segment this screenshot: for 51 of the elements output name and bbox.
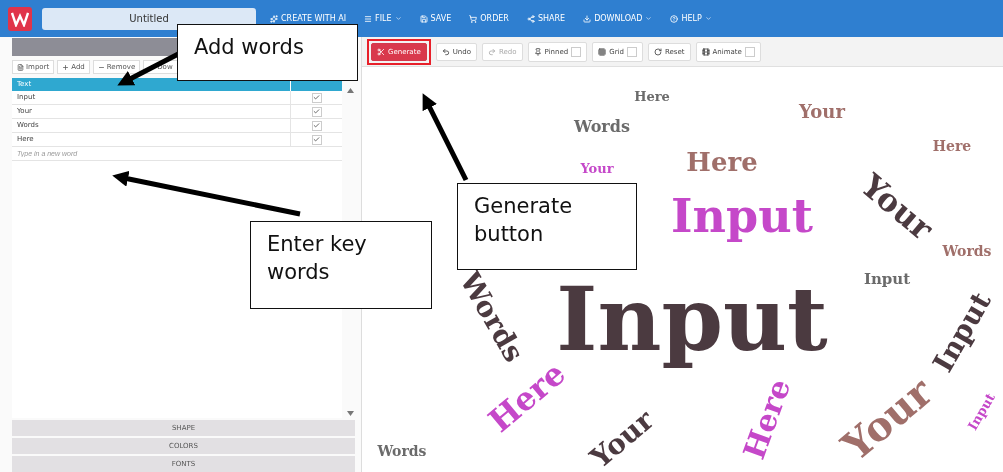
tool-icon bbox=[62, 63, 70, 71]
caret-icon bbox=[394, 15, 402, 22]
tool-icon bbox=[533, 47, 542, 56]
menu-icon bbox=[670, 14, 679, 23]
menu-item[interactable]: FILE bbox=[360, 14, 406, 23]
menu-icon bbox=[419, 14, 428, 23]
menu-item[interactable]: SHARE bbox=[522, 14, 570, 23]
toggle-checkbox[interactable] bbox=[571, 46, 582, 57]
callout-label: Add words bbox=[177, 24, 358, 81]
caret-icon bbox=[704, 15, 712, 22]
repeat-checkbox[interactable] bbox=[311, 134, 322, 145]
scroll-up-icon[interactable] bbox=[346, 88, 354, 93]
cloud-word: Here bbox=[932, 138, 972, 156]
tool-icon bbox=[377, 47, 385, 56]
toggle-checkbox[interactable] bbox=[626, 46, 637, 57]
cloud-word: Here bbox=[634, 88, 670, 106]
cloud-word: Here bbox=[686, 145, 758, 179]
menu-icon bbox=[583, 14, 592, 23]
cloud-word: Words bbox=[377, 443, 427, 461]
menu-item[interactable]: DOWNLOAD bbox=[579, 14, 657, 23]
cloud-word: Your bbox=[799, 100, 845, 124]
toggle-checkbox[interactable] bbox=[744, 46, 755, 57]
menu-item[interactable]: ORDER bbox=[465, 14, 513, 23]
callout-label: Enter key words bbox=[250, 221, 432, 309]
repeat-checkbox[interactable] bbox=[311, 106, 322, 117]
menu-icon bbox=[469, 14, 478, 23]
menu-icon bbox=[364, 14, 373, 23]
repeat-checkbox[interactable] bbox=[311, 120, 322, 131]
cloud-word: Words bbox=[574, 117, 630, 137]
cloud-word: Your bbox=[580, 160, 614, 178]
cloud-word: Here bbox=[735, 373, 799, 465]
app-logo[interactable] bbox=[8, 6, 32, 31]
tool-icon bbox=[488, 47, 496, 56]
repeat-checkbox[interactable] bbox=[311, 92, 322, 103]
menu-item[interactable]: SAVE bbox=[415, 14, 456, 23]
cloud-word: Input bbox=[671, 188, 813, 246]
cloud-word: Words bbox=[942, 243, 992, 261]
tool-icon bbox=[598, 47, 607, 56]
callout-label: Generate button bbox=[457, 183, 637, 270]
tool-icon bbox=[701, 47, 710, 56]
menu-icon bbox=[270, 14, 278, 23]
tool-icon bbox=[653, 47, 662, 56]
menu-icon bbox=[526, 14, 535, 23]
document-title-field[interactable]: Untitled bbox=[42, 7, 256, 30]
tool-icon bbox=[17, 63, 24, 71]
cloud-word: Input bbox=[863, 269, 911, 289]
scroll-down-icon[interactable] bbox=[346, 411, 354, 416]
menu-item[interactable]: CREATE WITH AI bbox=[266, 14, 351, 23]
menu-item[interactable]: HELP bbox=[666, 14, 716, 23]
caret-icon bbox=[645, 15, 653, 22]
tool-icon bbox=[441, 47, 450, 56]
